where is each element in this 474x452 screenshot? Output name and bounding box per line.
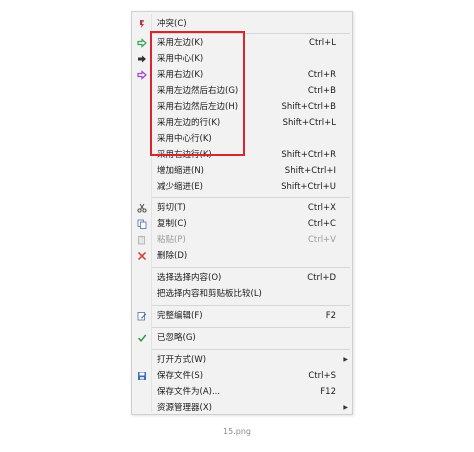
menu-item-label: 冲突(C) [157, 19, 187, 29]
green-arrow-icon [137, 38, 147, 48]
menu-item-take-left-lines[interactable]: 采用左边的行(K) Shift+Ctrl+L [132, 115, 352, 131]
menu-item-shortcut: F12 [320, 387, 336, 397]
menu-separator [152, 327, 350, 328]
menu-separator [152, 267, 350, 268]
purple-arrow-icon [137, 70, 147, 80]
menu-item-take-right-lines[interactable]: 采用右边行(K) Shift+Ctrl+R [132, 147, 352, 163]
menu-item-label: 把选择内容和剪贴板比较(L) [157, 289, 262, 299]
menu-item-label: 采用中心行(K) [157, 134, 212, 144]
delete-x-icon [137, 251, 147, 261]
checkmark-icon [137, 333, 147, 343]
paste-icon [137, 235, 147, 245]
menu-item-copy[interactable]: 复制(C) Ctrl+C [132, 216, 352, 232]
context-menu: 冲突(C) 采用左边(K) Ctrl+L 采用中心(K) 采用右边(K) Ctr… [131, 11, 353, 415]
menu-item-label: 保存文件(S) [157, 371, 204, 381]
menu-item-label: 采用右边行(K) [157, 150, 212, 160]
menu-item-shortcut: Ctrl+D [307, 273, 336, 283]
submenu-arrow-icon: ▶ [343, 404, 348, 411]
menu-separator [152, 305, 350, 306]
edit-icon [137, 311, 147, 321]
menu-item-save-file[interactable]: 保存文件(S) Ctrl+S [132, 368, 352, 384]
menu-item-label: 打开方式(W) [157, 355, 207, 365]
menu-item-shortcut: Ctrl+R [307, 70, 336, 80]
menu-item-label: 粘贴(P) [157, 235, 186, 245]
menu-separator [152, 33, 350, 34]
menu-item-take-right-then-left[interactable]: 采用右边然后左边(H) Shift+Ctrl+B [132, 99, 352, 115]
menu-item-label: 资源管理器(X) [157, 403, 212, 413]
menu-item-select-selection[interactable]: 选择选择内容(O) Ctrl+D [132, 270, 352, 286]
menu-item-shortcut: Shift+Ctrl+U [281, 182, 336, 192]
menu-item-explorer[interactable]: 资源管理器(X) ▶ [132, 400, 352, 416]
menu-item-label: 采用中心(K) [157, 54, 204, 64]
conflict-icon [137, 19, 147, 29]
menu-item-label: 采用左边(K) [157, 38, 204, 48]
menu-item-label: 剪切(T) [157, 203, 186, 213]
menu-item-label: 采用左边的行(K) [157, 118, 221, 128]
menu-item-label: 采用右边然后左边(H) [157, 102, 239, 112]
image-caption: 15.png [223, 427, 251, 436]
menu-item-full-edit[interactable]: 完整编辑(F) F2 [132, 308, 352, 324]
menu-item-shortcut: Ctrl+V [307, 235, 336, 245]
menu-item-shortcut: F2 [325, 311, 336, 321]
menu-item-shortcut: Shift+Ctrl+B [281, 102, 336, 112]
menu-item-compare-clipboard[interactable]: 把选择内容和剪贴板比较(L) [132, 286, 352, 302]
menu-item-label: 复制(C) [157, 219, 187, 229]
menu-item-conflict[interactable]: 冲突(C) [132, 16, 352, 32]
menu-item-label: 减少缩进(E) [157, 182, 204, 192]
menu-item-label: 已忽略(G) [157, 333, 196, 343]
menu-item-shortcut: Shift+Ctrl+R [281, 150, 336, 160]
copy-icon [137, 219, 147, 229]
menu-item-label: 选择选择内容(O) [157, 273, 222, 283]
menu-item-shortcut: Ctrl+S [308, 371, 336, 381]
menu-item-label: 完整编辑(F) [157, 311, 203, 321]
menu-item-label: 采用左边然后右边(G) [157, 86, 239, 96]
submenu-arrow-icon: ▶ [343, 356, 348, 363]
menu-item-label: 保存文件为(A)... [157, 387, 221, 397]
menu-separator [152, 349, 350, 350]
menu-item-take-left-then-right[interactable]: 采用左边然后右边(G) Ctrl+B [132, 83, 352, 99]
menu-item-save-file-as[interactable]: 保存文件为(A)... F12 [132, 384, 352, 400]
menu-item-take-left[interactable]: 采用左边(K) Ctrl+L [132, 35, 352, 51]
menu-item-label: 增加缩进(N) [157, 166, 204, 176]
menu-item-shortcut: Ctrl+C [307, 219, 336, 229]
menu-item-take-center[interactable]: 采用中心(K) [132, 51, 352, 67]
menu-item-label: 删除(D) [157, 251, 188, 261]
menu-item-take-center-lines[interactable]: 采用中心行(K) [132, 131, 352, 147]
menu-item-increase-indent[interactable]: 增加缩进(N) Shift+Ctrl+I [132, 163, 352, 179]
menu-item-take-right[interactable]: 采用右边(K) Ctrl+R [132, 67, 352, 83]
scissors-icon [137, 203, 147, 213]
menu-separator [152, 197, 350, 198]
menu-item-ignored[interactable]: 已忽略(G) [132, 330, 352, 346]
menu-item-shortcut: Ctrl+B [307, 86, 336, 96]
menu-item-open-with[interactable]: 打开方式(W) ▶ [132, 352, 352, 368]
menu-item-decrease-indent[interactable]: 减少缩进(E) Shift+Ctrl+U [132, 179, 352, 195]
menu-item-shortcut: Ctrl+X [307, 203, 336, 213]
menu-item-delete[interactable]: 删除(D) [132, 248, 352, 264]
menu-item-shortcut: Shift+Ctrl+L [282, 118, 336, 128]
save-icon [137, 371, 147, 381]
menu-item-shortcut: Shift+Ctrl+I [284, 166, 336, 176]
menu-item-paste: 粘贴(P) Ctrl+V [132, 232, 352, 248]
black-arrow-icon [137, 54, 147, 64]
menu-item-cut[interactable]: 剪切(T) Ctrl+X [132, 200, 352, 216]
menu-item-shortcut: Ctrl+L [309, 38, 336, 48]
menu-item-label: 采用右边(K) [157, 70, 204, 80]
